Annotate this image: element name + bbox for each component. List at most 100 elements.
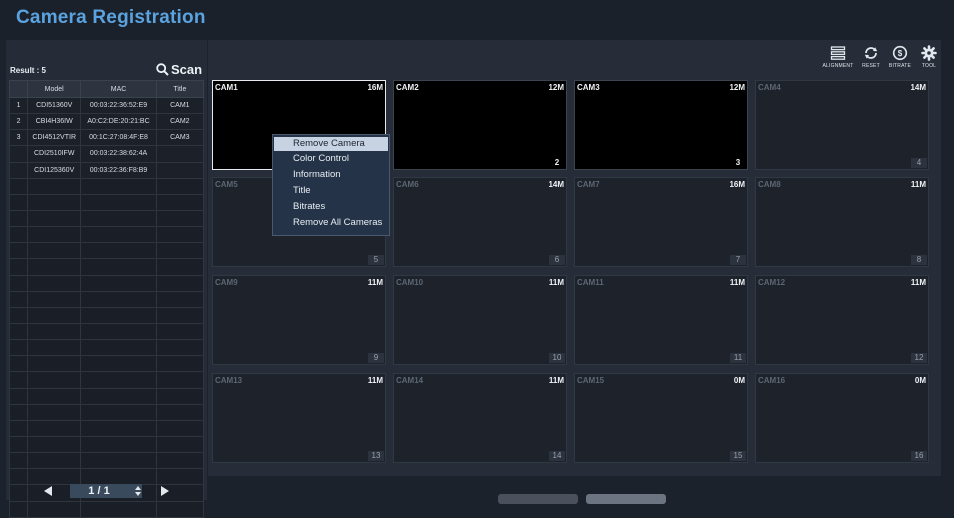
cell-mac: 00:03:22:38:62:4A <box>80 145 157 163</box>
menu-information[interactable]: Information <box>273 167 389 183</box>
page-indicator[interactable]: 1 / 1 <box>70 484 134 498</box>
camera-name: CAM3 <box>577 83 600 92</box>
cell-title <box>155 274 205 292</box>
svg-text:$: $ <box>898 49 903 58</box>
table-row[interactable] <box>8 242 205 260</box>
cell-model <box>27 242 82 260</box>
camera-name: CAM10 <box>396 278 424 287</box>
spin-down-button[interactable] <box>135 492 141 496</box>
cell-mac: 00:03:22:36:F8:B9 <box>80 161 157 179</box>
cell-index <box>8 500 29 518</box>
cell-index <box>8 322 29 341</box>
camera-name: CAM11 <box>577 278 604 287</box>
table-row[interactable] <box>8 322 205 341</box>
bottom-button-left[interactable] <box>498 494 578 504</box>
camera-cell[interactable]: CAM9 11M 9 <box>212 275 386 365</box>
cell-title <box>155 419 205 437</box>
cell-mac: 00:1C:27:08:4F:E8 <box>80 129 157 147</box>
camera-cell[interactable]: CAM7 16M 7 <box>574 177 748 267</box>
camera-name: CAM12 <box>758 278 786 287</box>
table-row[interactable] <box>8 339 205 357</box>
table-row[interactable]: 2 CBI4H36IW A0:C2:DE:20:21:BC CAM2 <box>8 113 205 131</box>
table-row[interactable] <box>8 500 205 518</box>
menu-remove-camera[interactable]: Remove Camera <box>274 137 388 151</box>
table-row[interactable] <box>8 209 205 228</box>
cell-model <box>27 419 82 437</box>
cell-title: CAM1 <box>155 96 205 115</box>
table-row[interactable] <box>8 419 205 437</box>
scan-button[interactable]: Scan <box>156 60 202 78</box>
menu-bitrates[interactable]: Bitrates <box>273 199 389 215</box>
table-row[interactable] <box>8 387 205 405</box>
cell-mac <box>80 500 157 518</box>
camera-cell[interactable]: CAM16 0M 16 <box>755 373 929 463</box>
bottom-button-right[interactable] <box>586 494 666 504</box>
menu-title[interactable]: Title <box>273 183 389 199</box>
cell-model <box>27 290 82 308</box>
camera-cell[interactable]: CAM8 11M 8 <box>755 177 929 267</box>
table-row[interactable] <box>8 177 205 195</box>
cell-mac <box>80 387 157 405</box>
camera-resolution: 11M <box>548 278 564 287</box>
cell-model <box>27 258 82 276</box>
table-row[interactable] <box>8 355 205 373</box>
next-page-button[interactable] <box>161 486 169 496</box>
cell-title <box>155 452 205 470</box>
camera-cell[interactable]: CAM14 11M 14 <box>393 373 567 463</box>
cell-model <box>27 177 82 195</box>
table-row[interactable] <box>8 371 205 389</box>
table-row[interactable]: 1 CDI51360V 00:03:22:36:52:E9 CAM1 <box>8 96 205 115</box>
table-row[interactable] <box>8 452 205 470</box>
cell-model <box>27 322 82 341</box>
camera-cell[interactable]: CAM4 14M 4 <box>755 80 929 170</box>
table-row[interactable] <box>8 226 205 244</box>
camera-resolution: 0M <box>733 376 745 385</box>
table-row[interactable] <box>8 258 205 276</box>
camera-number-badge: 2 <box>554 158 560 167</box>
camera-name: CAM5 <box>215 180 238 189</box>
menu-remove-all-cameras[interactable]: Remove All Cameras <box>273 215 389 231</box>
table-row[interactable] <box>8 403 205 421</box>
cell-index <box>8 193 29 211</box>
camera-name: CAM13 <box>215 376 243 385</box>
cell-mac <box>80 258 157 276</box>
tool-button[interactable]: TOOL <box>911 45 947 69</box>
table-row[interactable] <box>8 306 205 324</box>
camera-cell[interactable]: CAM15 0M 15 <box>574 373 748 463</box>
camera-cell[interactable]: CAM3 12M 3 <box>574 80 748 170</box>
table-row[interactable] <box>8 435 205 454</box>
cell-model: CBI4H36IW <box>27 113 82 131</box>
camera-cell[interactable]: CAM12 11M 12 <box>755 275 929 365</box>
camera-number-badge: 13 <box>368 451 384 461</box>
table-row[interactable] <box>8 193 205 211</box>
cell-mac <box>80 435 157 454</box>
cell-model <box>27 274 82 292</box>
camera-cell[interactable]: CAM10 11M 10 <box>393 275 567 365</box>
table-row[interactable]: CDI2510IFW 00:03:22:38:62:4A <box>8 145 205 163</box>
menu-color-control[interactable]: Color Control <box>273 151 389 167</box>
alignment-button[interactable]: ALIGNMENT <box>820 45 856 69</box>
camera-number-badge: 4 <box>911 158 927 168</box>
camera-number-badge: 11 <box>730 353 746 363</box>
camera-cell[interactable]: CAM13 11M 13 <box>212 373 386 463</box>
scan-label: Scan <box>171 61 203 77</box>
camera-resolution: 0M <box>914 376 926 385</box>
cell-title <box>155 209 205 228</box>
cell-index <box>8 306 29 324</box>
prev-page-button[interactable] <box>44 486 52 496</box>
table-row[interactable]: CDI125360V 00:03:22:36:F8:B9 <box>8 161 205 179</box>
cell-model <box>27 435 82 454</box>
spin-up-button[interactable] <box>135 486 141 490</box>
table-row[interactable] <box>8 290 205 308</box>
cell-index <box>8 435 29 454</box>
camera-resolution: 14M <box>910 83 926 92</box>
camera-resolution: 16M <box>367 83 383 92</box>
cell-index <box>8 403 29 421</box>
table-row[interactable]: 3 CDI4512VTIR 00:1C:27:08:4F:E8 CAM3 <box>8 129 205 147</box>
camera-cell[interactable]: CAM2 12M 2 <box>393 80 567 170</box>
camera-cell[interactable]: CAM6 14M 6 <box>393 177 567 267</box>
camera-name: CAM16 <box>758 376 786 385</box>
camera-cell[interactable]: CAM11 11M 11 <box>574 275 748 365</box>
camera-name: CAM4 <box>758 83 781 92</box>
table-row[interactable] <box>8 274 205 292</box>
